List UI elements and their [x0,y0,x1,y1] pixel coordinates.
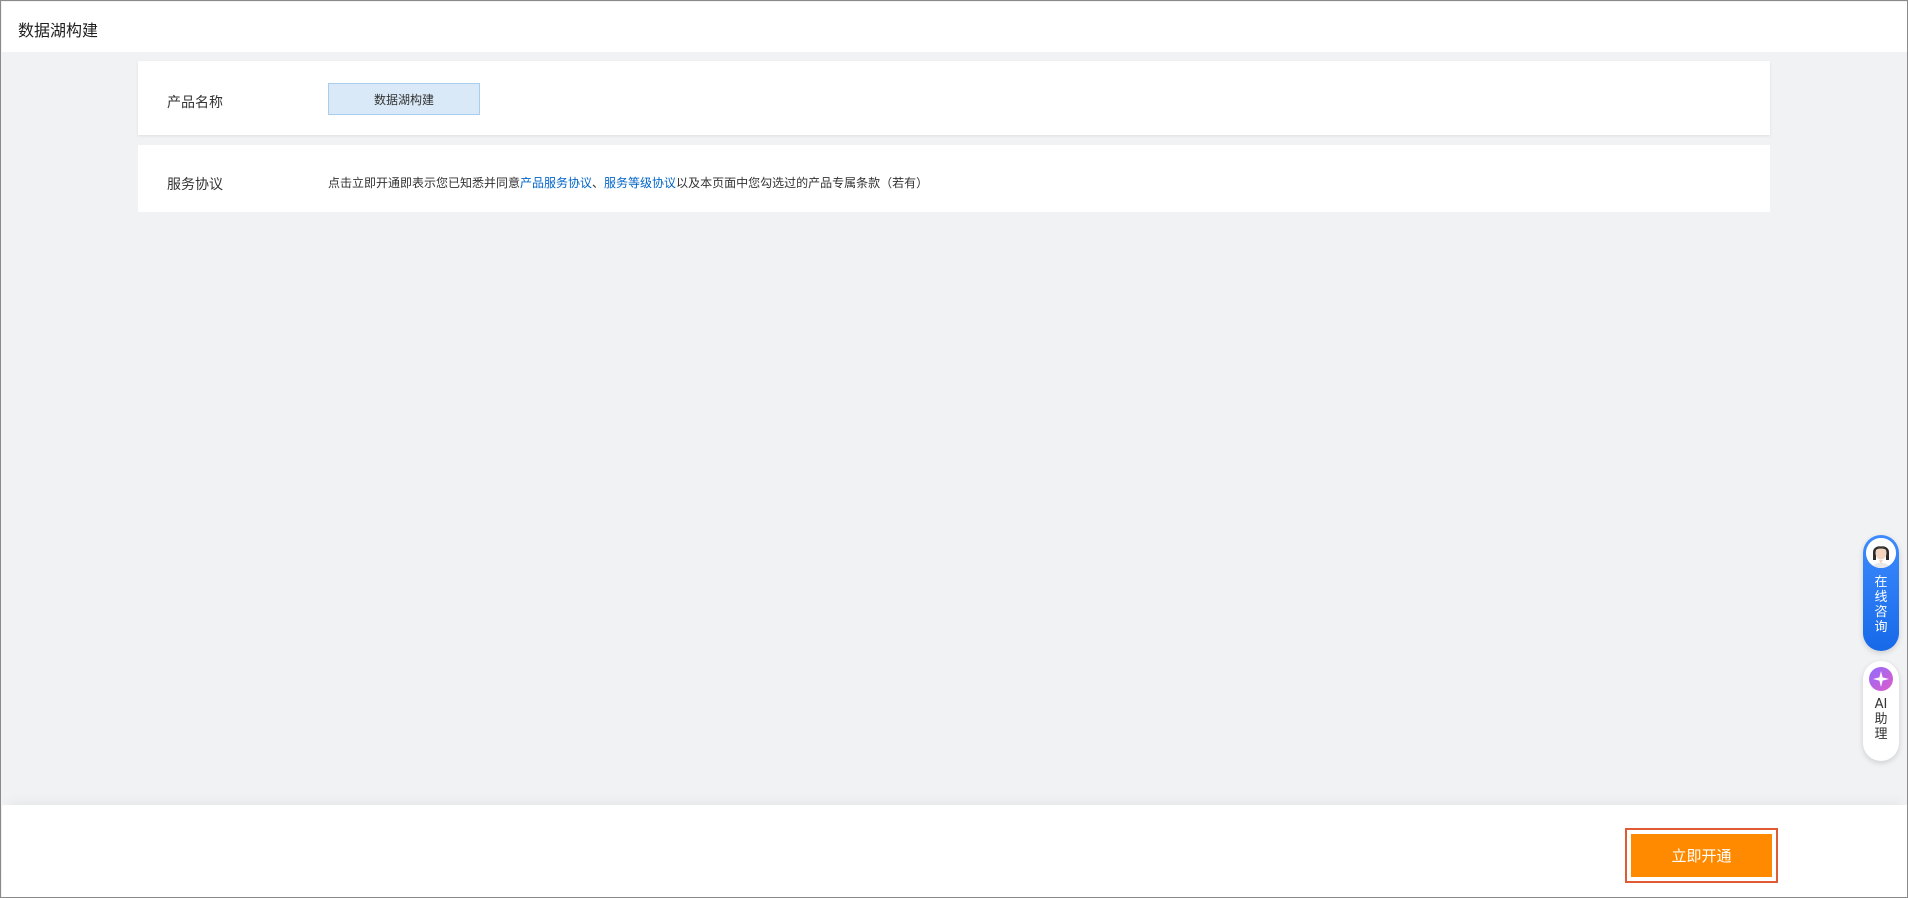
product-name-card: 产品名称 数据湖构建 [138,61,1770,135]
agreement-separator: 、 [592,176,605,190]
consult-char: 咨 [1874,605,1888,620]
service-agreement-label: 服务协议 [167,177,223,193]
ai-sparkle-icon [1869,667,1893,691]
bottom-action-bar [2,805,1907,897]
ai-char: 助 [1874,712,1888,727]
consult-char: 询 [1874,620,1888,635]
online-consult-label: 在 线 咨 询 [1863,575,1899,635]
ai-char: 理 [1874,727,1888,742]
product-name-chip[interactable]: 数据湖构建 [328,83,480,115]
consult-char: 在 [1874,575,1888,590]
service-level-agreement-link[interactable]: 服务等级协议 [604,176,676,190]
ai-char: AI [1874,697,1888,712]
open-now-button[interactable]: 立即开通 [1631,834,1772,877]
ai-assistant-widget[interactable]: AI 助 理 [1863,661,1899,761]
product-service-agreement-link[interactable]: 产品服务协议 [520,176,592,190]
service-agreement-card: 服务协议 点击立即开通即表示您已知悉并同意产品服务协议、服务等级协议以及本页面中… [138,145,1770,212]
page-title: 数据湖构建 [18,21,99,40]
online-consult-widget[interactable]: 在 线 咨 询 [1863,535,1899,651]
app-window: 数据湖构建 产品名称 数据湖构建 服务协议 点击立即开通即表示您已知悉并同意产品… [0,0,1908,898]
consult-char: 线 [1874,590,1888,605]
consultant-avatar-icon [1866,538,1896,568]
top-bar: 数据湖构建 [2,2,1907,52]
agreement-prefix: 点击立即开通即表示您已知悉并同意 [328,176,521,190]
agreement-suffix: 以及本页面中您勾选过的产品专属条款（若有） [676,176,929,190]
product-name-label: 产品名称 [167,95,223,111]
ai-assistant-label: AI 助 理 [1863,697,1899,742]
agreement-text: 点击立即开通即表示您已知悉并同意产品服务协议、服务等级协议以及本页面中您勾选过的… [328,174,928,191]
